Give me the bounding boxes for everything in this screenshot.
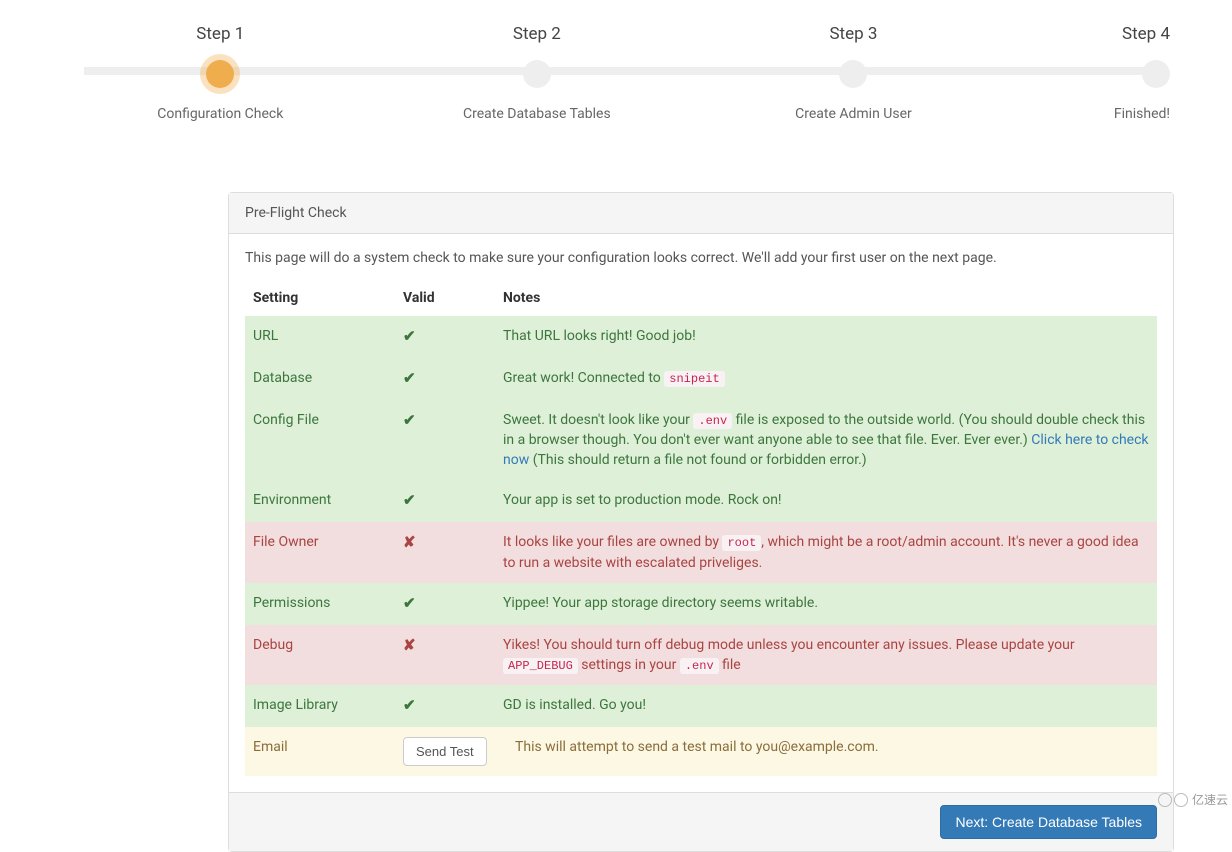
step-label-bottom: Configuration Check xyxy=(157,106,283,122)
col-setting-header: Setting xyxy=(245,280,395,316)
step-circle-icon xyxy=(206,60,234,88)
check-icon: ✔ xyxy=(403,369,416,387)
step-circle-icon xyxy=(839,60,867,88)
preflight-panel: Pre-Flight Check This page will do a sys… xyxy=(228,192,1174,852)
step-circle-icon xyxy=(523,60,551,88)
send-test-button[interactable]: Send Test xyxy=(403,737,487,766)
step-label-top: Step 3 xyxy=(829,24,877,44)
row-url: URL ✔ That URL looks right! Good job! xyxy=(245,316,1157,358)
step-3: Step 3 Create Admin User xyxy=(695,24,1012,122)
col-valid-header: Valid xyxy=(395,280,495,316)
code-tag: root xyxy=(722,535,761,551)
cell-valid: ✔ xyxy=(395,400,495,481)
step-4: Step 4 Finished! xyxy=(1012,24,1170,122)
cell-notes: Your app is set to production mode. Rock… xyxy=(495,480,1157,522)
cell-valid: ✔ xyxy=(395,480,495,522)
intro-text: This page will do a system check to make… xyxy=(245,250,1157,266)
cell-setting: Debug xyxy=(245,625,395,686)
cell-notes: Yikes! You should turn off debug mode un… xyxy=(495,625,1157,686)
code-tag: .env xyxy=(693,413,732,429)
cell-notes: Sweet. It doesn't look like your .env fi… xyxy=(495,400,1157,481)
panel-body: This page will do a system check to make… xyxy=(229,234,1173,792)
cell-setting: File Owner xyxy=(245,522,395,583)
row-database: Database ✔ Great work! Connected to snip… xyxy=(245,358,1157,400)
code-tag: APP_DEBUG xyxy=(503,658,578,674)
watermark-icon xyxy=(1158,793,1188,807)
cell-valid: ✘ xyxy=(395,522,495,583)
check-icon: ✔ xyxy=(403,696,416,714)
row-environment: Environment ✔ Your app is set to product… xyxy=(245,480,1157,522)
cell-notes: Yippee! Your app storage directory seems… xyxy=(495,583,1157,625)
step-1: Step 1 Configuration Check xyxy=(62,24,379,122)
cell-notes: Great work! Connected to snipeit xyxy=(495,358,1157,400)
watermark-text: 亿速云 xyxy=(1192,791,1228,808)
panel-footer: Next: Create Database Tables xyxy=(229,792,1173,851)
cell-notes: GD is installed. Go you! xyxy=(495,685,1157,727)
panel-heading: Pre-Flight Check xyxy=(229,193,1173,234)
step-label-top: Step 4 xyxy=(1122,24,1170,44)
step-circle-icon xyxy=(1142,60,1170,88)
row-file-owner: File Owner ✘ It looks like your files ar… xyxy=(245,522,1157,583)
cell-setting: Environment xyxy=(245,480,395,522)
step-label-bottom: Finished! xyxy=(1114,106,1170,122)
row-config: Config File ✔ Sweet. It doesn't look lik… xyxy=(245,400,1157,481)
cell-setting: Config File xyxy=(245,400,395,481)
cell-setting: Image Library xyxy=(245,685,395,727)
cell-valid: ✔ xyxy=(395,316,495,358)
cell-notes: That URL looks right! Good job! xyxy=(495,316,1157,358)
cell-setting: Email xyxy=(245,727,395,776)
cell-notes: It looks like your files are owned by ro… xyxy=(495,522,1157,583)
step-label-top: Step 1 xyxy=(196,24,244,44)
cell-valid: ✘ xyxy=(395,625,495,686)
next-button[interactable]: Next: Create Database Tables xyxy=(940,805,1157,839)
row-image-library: Image Library ✔ GD is installed. Go you! xyxy=(245,685,1157,727)
step-label-top: Step 2 xyxy=(513,24,561,44)
row-email: Email Send Test This will attempt to sen… xyxy=(245,727,1157,776)
row-permissions: Permissions ✔ Yippee! Your app storage d… xyxy=(245,583,1157,625)
preflight-table: Setting Valid Notes URL ✔ That URL looks… xyxy=(245,280,1157,776)
watermark: 亿速云 xyxy=(1158,791,1228,808)
step-2: Step 2 Create Database Tables xyxy=(379,24,696,122)
check-icon: ✔ xyxy=(403,594,416,612)
cell-notes: This will attempt to send a test mail to… xyxy=(495,727,1157,776)
cross-icon: ✘ xyxy=(403,533,416,551)
step-label-bottom: Create Admin User xyxy=(795,106,912,122)
check-icon: ✔ xyxy=(403,491,416,509)
step-label-bottom: Create Database Tables xyxy=(463,106,611,122)
code-tag: .env xyxy=(680,658,719,674)
cell-valid: ✔ xyxy=(395,685,495,727)
setup-stepper: Step 1 Configuration Check Step 2 Create… xyxy=(0,0,1232,152)
row-debug: Debug ✘ Yikes! You should turn off debug… xyxy=(245,625,1157,686)
cell-valid: ✔ xyxy=(395,583,495,625)
cross-icon: ✘ xyxy=(403,636,416,654)
cell-setting: Database xyxy=(245,358,395,400)
cell-setting: URL xyxy=(245,316,395,358)
cell-valid: ✔ xyxy=(395,358,495,400)
code-tag: snipeit xyxy=(664,371,724,387)
col-notes-header: Notes xyxy=(495,280,1157,316)
cell-valid: Send Test xyxy=(395,727,495,776)
check-icon: ✔ xyxy=(403,411,416,429)
check-icon: ✔ xyxy=(403,327,416,345)
cell-setting: Permissions xyxy=(245,583,395,625)
